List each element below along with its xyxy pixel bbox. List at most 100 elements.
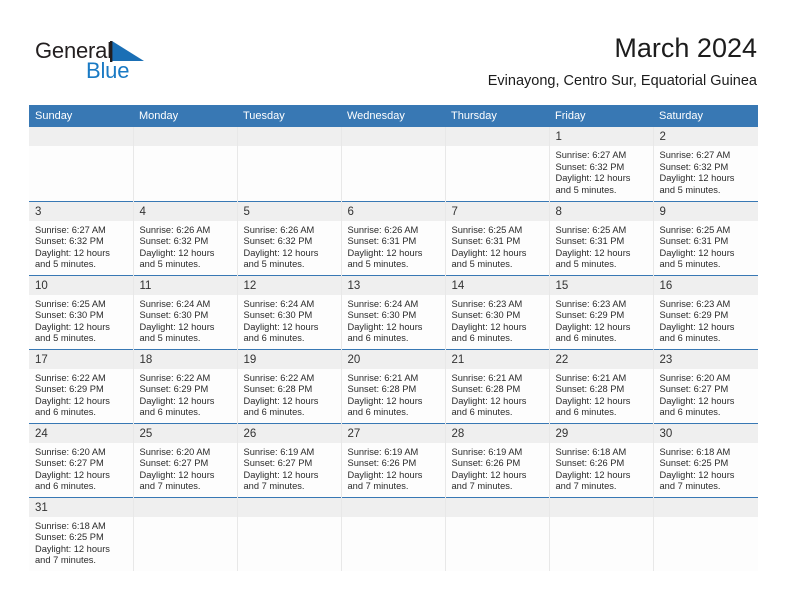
calendar-day-cell[interactable]: 9 Sunrise: 6:25 AM Sunset: 6:31 PM Daylight… [653, 200, 758, 275]
calendar-day-cell[interactable]: 30 Sunrise: 6:18 AM Sunset: 6:25 PM Dayligh… [653, 422, 758, 497]
calendar-day-cell[interactable]: 14 Sunrise: 6:23 AM Sunset: 6:30 PM Dayligh… [445, 274, 550, 349]
calendar-week-row: 31 Sunrise: 6:18 AM Sunset: 6:25 PM Dayligh… [29, 496, 758, 571]
day-daylight-line1-text: Daylight: 12 hours [35, 469, 110, 480]
location-subtitle: Evinayong, Centro Sur, Equatorial Guinea [487, 73, 757, 89]
day-daylight-line2-text: and 6 minutes. [555, 407, 617, 418]
calendar-day-cell[interactable]: 31 Sunrise: 6:18 AM Sunset: 6:25 PM Dayligh… [29, 496, 134, 571]
day-daylight-line2-text: and 5 minutes. [243, 259, 305, 270]
calendar-day-cell[interactable]: 13 Sunrise: 6:24 AM Sunset: 6:30 PM Dayligh… [341, 274, 446, 349]
calendar-day-cell[interactable]: 18 Sunrise: 6:22 AM Sunset: 6:29 PM Dayligh… [133, 348, 238, 423]
calendar-week-row: 10 Sunrise: 6:25 AM Sunset: 6:30 PM Dayligh… [29, 274, 758, 349]
day-daylight-line2-text: and 5 minutes. [347, 259, 409, 270]
calendar-day-cell[interactable]: 22 Sunrise: 6:21 AM Sunset: 6:28 PM Dayligh… [549, 348, 654, 423]
day-sunrise-text: Sunrise: 6:19 AM [451, 446, 523, 457]
day-daylight-line2-text: and 5 minutes. [35, 333, 96, 344]
calendar-day-cell[interactable]: 16 Sunrise: 6:23 AM Sunset: 6:29 PM Dayligh… [653, 274, 758, 349]
day-number: 29 [549, 424, 652, 443]
calendar-day-cell-empty [341, 496, 446, 571]
day-daylight-line1-text: Daylight: 12 hours [243, 469, 319, 480]
calendar-day-cell-empty [29, 127, 134, 201]
day-sunrise-text: Sunrise: 6:23 AM [451, 298, 523, 309]
calendar-day-cell-empty [133, 127, 238, 201]
day-daylight-line2-text: and 6 minutes. [555, 333, 617, 344]
day-number: 15 [549, 276, 652, 295]
day-number [445, 498, 548, 517]
weekday-header-friday: Friday [549, 105, 653, 127]
calendar-day-cell[interactable]: 4 Sunrise: 6:26 AM Sunset: 6:32 PM Daylight… [133, 200, 238, 275]
calendar-day-cell-empty [237, 496, 342, 571]
day-sunrise-text: Sunrise: 6:24 AM [243, 298, 315, 309]
calendar-day-cell[interactable]: 3 Sunrise: 6:27 AM Sunset: 6:32 PM Daylight… [29, 200, 134, 275]
day-daylight-line2-text: and 5 minutes. [555, 184, 617, 195]
day-daylight-line2-text: and 7 minutes. [347, 481, 409, 492]
page-title: March 2024 [614, 33, 757, 63]
day-sunrise-text: Sunrise: 6:20 AM [35, 446, 106, 457]
calendar-week-row: 24 Sunrise: 6:20 AM Sunset: 6:27 PM Dayligh… [29, 422, 758, 497]
day-daylight-line1-text: Daylight: 12 hours [139, 247, 215, 258]
day-daylight-line1-text: Daylight: 12 hours [347, 321, 423, 332]
calendar-day-cell[interactable]: 5 Sunrise: 6:26 AM Sunset: 6:32 PM Daylight… [237, 200, 342, 275]
calendar-day-cell[interactable]: 10 Sunrise: 6:25 AM Sunset: 6:30 PM Dayligh… [29, 274, 134, 349]
calendar-day-cell[interactable]: 8 Sunrise: 6:25 AM Sunset: 6:31 PM Daylight… [549, 200, 654, 275]
day-number: 17 [29, 350, 132, 369]
day-details: Sunrise: 6:25 AM Sunset: 6:30 PM Daylight:… [29, 295, 132, 345]
calendar-day-cell[interactable]: 29 Sunrise: 6:18 AM Sunset: 6:26 PM Dayligh… [549, 422, 654, 497]
day-number: 18 [133, 350, 236, 369]
day-number: 1 [549, 127, 652, 146]
day-number [133, 498, 236, 517]
calendar-day-cell[interactable]: 25 Sunrise: 6:20 AM Sunset: 6:27 PM Dayligh… [133, 422, 238, 497]
calendar-day-cell[interactable]: 15 Sunrise: 6:23 AM Sunset: 6:29 PM Dayligh… [549, 274, 654, 349]
day-details: Sunrise: 6:20 AM Sunset: 6:27 PM Daylight:… [654, 369, 759, 419]
day-daylight-line1-text: Daylight: 12 hours [139, 469, 215, 480]
day-sunrise-text: Sunrise: 6:22 AM [139, 372, 211, 383]
day-sunset-text: Sunset: 6:30 PM [243, 310, 313, 321]
day-sunrise-text: Sunrise: 6:26 AM [347, 224, 419, 235]
day-sunrise-text: Sunrise: 6:20 AM [139, 446, 211, 457]
calendar-day-cell[interactable]: 7 Sunrise: 6:25 AM Sunset: 6:31 PM Daylight… [445, 200, 550, 275]
calendar-week-row: 3 Sunrise: 6:27 AM Sunset: 6:32 PM Daylight… [29, 200, 758, 275]
day-sunset-text: Sunset: 6:28 PM [243, 384, 313, 395]
calendar-day-cell[interactable]: 2 Sunrise: 6:27 AM Sunset: 6:32 PM Daylight… [653, 127, 758, 201]
day-details: Sunrise: 6:22 AM Sunset: 6:29 PM Daylight:… [29, 369, 132, 419]
weekday-header-saturday: Saturday [653, 105, 758, 127]
calendar-day-cell[interactable]: 12 Sunrise: 6:24 AM Sunset: 6:30 PM Dayligh… [237, 274, 342, 349]
day-details: Sunrise: 6:27 AM Sunset: 6:32 PM Daylight:… [654, 146, 759, 196]
calendar-day-cell[interactable]: 27 Sunrise: 6:19 AM Sunset: 6:26 PM Dayligh… [341, 422, 446, 497]
general-blue-logo[interactable]: General Blue [35, 38, 185, 88]
calendar-day-cell[interactable]: 23 Sunrise: 6:20 AM Sunset: 6:27 PM Dayligh… [653, 348, 759, 423]
weekday-header-sunday: Sunday [29, 105, 133, 127]
day-details: Sunrise: 6:26 AM Sunset: 6:31 PM Daylight:… [342, 221, 445, 271]
day-sunset-text: Sunset: 6:28 PM [555, 384, 625, 395]
calendar-day-cell[interactable]: 6 Sunrise: 6:26 AM Sunset: 6:31 PM Daylight… [341, 200, 446, 275]
day-sunrise-text: Sunrise: 6:24 AM [139, 298, 211, 309]
calendar-day-cell[interactable]: 17 Sunrise: 6:22 AM Sunset: 6:29 PM Dayligh… [29, 348, 134, 423]
calendar-week-row: 17 Sunrise: 6:22 AM Sunset: 6:29 PM Dayligh… [29, 348, 759, 423]
weekday-header-monday: Monday [133, 105, 237, 127]
title-block: March 2024 Evinayong, Centro Sur, Equato… [488, 32, 757, 91]
day-daylight-line2-text: and 5 minutes. [139, 333, 201, 344]
calendar-day-cell[interactable]: 24 Sunrise: 6:20 AM Sunset: 6:27 PM Dayligh… [29, 422, 134, 497]
day-daylight-line1-text: Daylight: 12 hours [451, 395, 527, 406]
calendar-day-cell[interactable]: 1 Sunrise: 6:27 AM Sunset: 6:32 PM Daylight… [549, 127, 654, 201]
day-number: 21 [445, 350, 548, 369]
calendar-day-cell[interactable]: 11 Sunrise: 6:24 AM Sunset: 6:30 PM Dayligh… [133, 274, 238, 349]
calendar-day-cell[interactable]: 21 Sunrise: 6:21 AM Sunset: 6:28 PM Dayligh… [445, 348, 550, 423]
day-sunrise-text: Sunrise: 6:22 AM [35, 372, 106, 383]
day-daylight-line1-text: Daylight: 12 hours [659, 173, 735, 184]
day-sunrise-text: Sunrise: 6:21 AM [347, 372, 419, 383]
calendar-day-cell[interactable]: 19 Sunrise: 6:22 AM Sunset: 6:28 PM Dayligh… [237, 348, 342, 423]
day-daylight-line2-text: and 6 minutes. [659, 407, 721, 418]
day-number: 7 [445, 202, 548, 221]
day-daylight-line2-text: and 5 minutes. [139, 259, 201, 270]
day-number: 19 [237, 350, 340, 369]
day-daylight-line2-text: and 6 minutes. [35, 407, 96, 418]
day-sunrise-text: Sunrise: 6:23 AM [555, 298, 627, 309]
day-number [653, 498, 758, 517]
calendar-body: 1 Sunrise: 6:27 AM Sunset: 6:32 PM Daylight… [29, 127, 758, 571]
day-daylight-line1-text: Daylight: 12 hours [347, 469, 423, 480]
calendar-day-cell[interactable]: 28 Sunrise: 6:19 AM Sunset: 6:26 PM Dayligh… [445, 422, 550, 497]
calendar-day-cell[interactable]: 26 Sunrise: 6:19 AM Sunset: 6:27 PM Dayligh… [237, 422, 342, 497]
day-daylight-line1-text: Daylight: 12 hours [139, 321, 215, 332]
calendar-day-cell[interactable]: 20 Sunrise: 6:21 AM Sunset: 6:28 PM Dayligh… [341, 348, 446, 423]
day-daylight-line2-text: and 7 minutes. [659, 481, 721, 492]
